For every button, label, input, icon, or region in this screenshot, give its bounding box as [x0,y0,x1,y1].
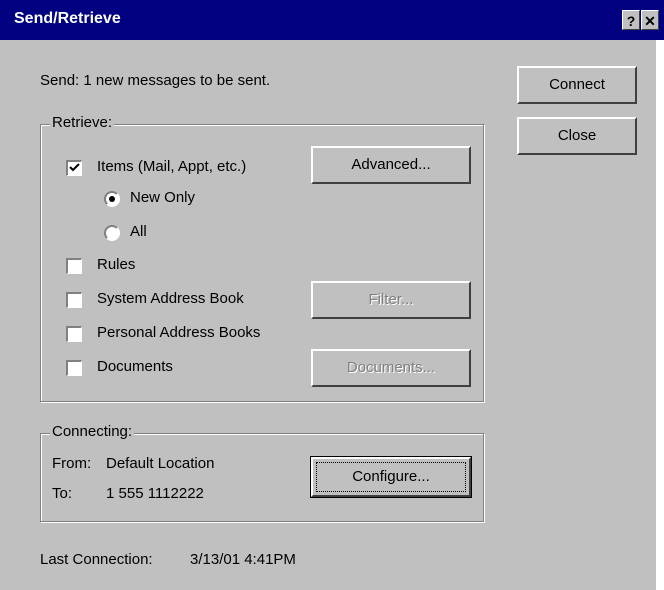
personal-address-books-label[interactable]: Personal Address Books [97,324,260,341]
last-connection-label: Last Connection: [40,551,153,568]
new-only-radio[interactable] [104,191,120,207]
to-value: 1 555 1112222 [106,485,204,502]
close-window-button[interactable]: ✕ [641,10,659,30]
focus-rectangle [316,462,466,492]
from-value: Default Location [106,455,215,472]
new-only-label[interactable]: New Only [130,189,195,206]
from-label: From: [52,455,92,472]
title-bar[interactable]: Send/Retrieve ? ✕ [0,0,664,40]
system-address-book-label[interactable]: System Address Book [97,290,244,307]
configure-button[interactable]: Configure... [310,456,472,498]
last-connection-value: 3/13/01 4:41PM [190,551,296,568]
system-address-book-checkbox[interactable] [66,292,82,308]
radio-dot-icon [109,196,115,202]
connecting-legend: Connecting: [50,423,135,440]
all-label[interactable]: All [130,223,147,240]
help-button[interactable]: ? [622,10,640,30]
filter-button[interactable]: Filter... [311,281,471,319]
personal-address-books-checkbox[interactable] [66,326,82,342]
window-edge [656,40,664,590]
close-icon: ✕ [644,13,656,29]
connect-button[interactable]: Connect [517,66,637,104]
items-label[interactable]: Items (Mail, Appt, etc.) [97,158,246,175]
documents-label[interactable]: Documents [97,358,173,375]
checkmark-icon [69,163,80,172]
help-icon: ? [626,13,636,29]
window-title: Send/Retrieve [14,10,121,27]
documents-button[interactable]: Documents... [311,349,471,387]
to-label: To: [52,485,73,502]
advanced-button[interactable]: Advanced... [311,146,471,184]
documents-checkbox[interactable] [66,360,82,376]
send-status: Send: 1 new messages to be sent. [40,72,271,89]
rules-checkbox[interactable] [66,258,82,274]
retrieve-legend: Retrieve: [50,114,115,131]
items-checkbox[interactable] [66,160,82,176]
send-retrieve-dialog: Send/Retrieve ? ✕ Send: 1 new messages t… [0,0,664,590]
rules-label[interactable]: Rules [97,256,135,273]
all-radio[interactable] [104,225,120,241]
close-button[interactable]: Close [517,117,637,155]
